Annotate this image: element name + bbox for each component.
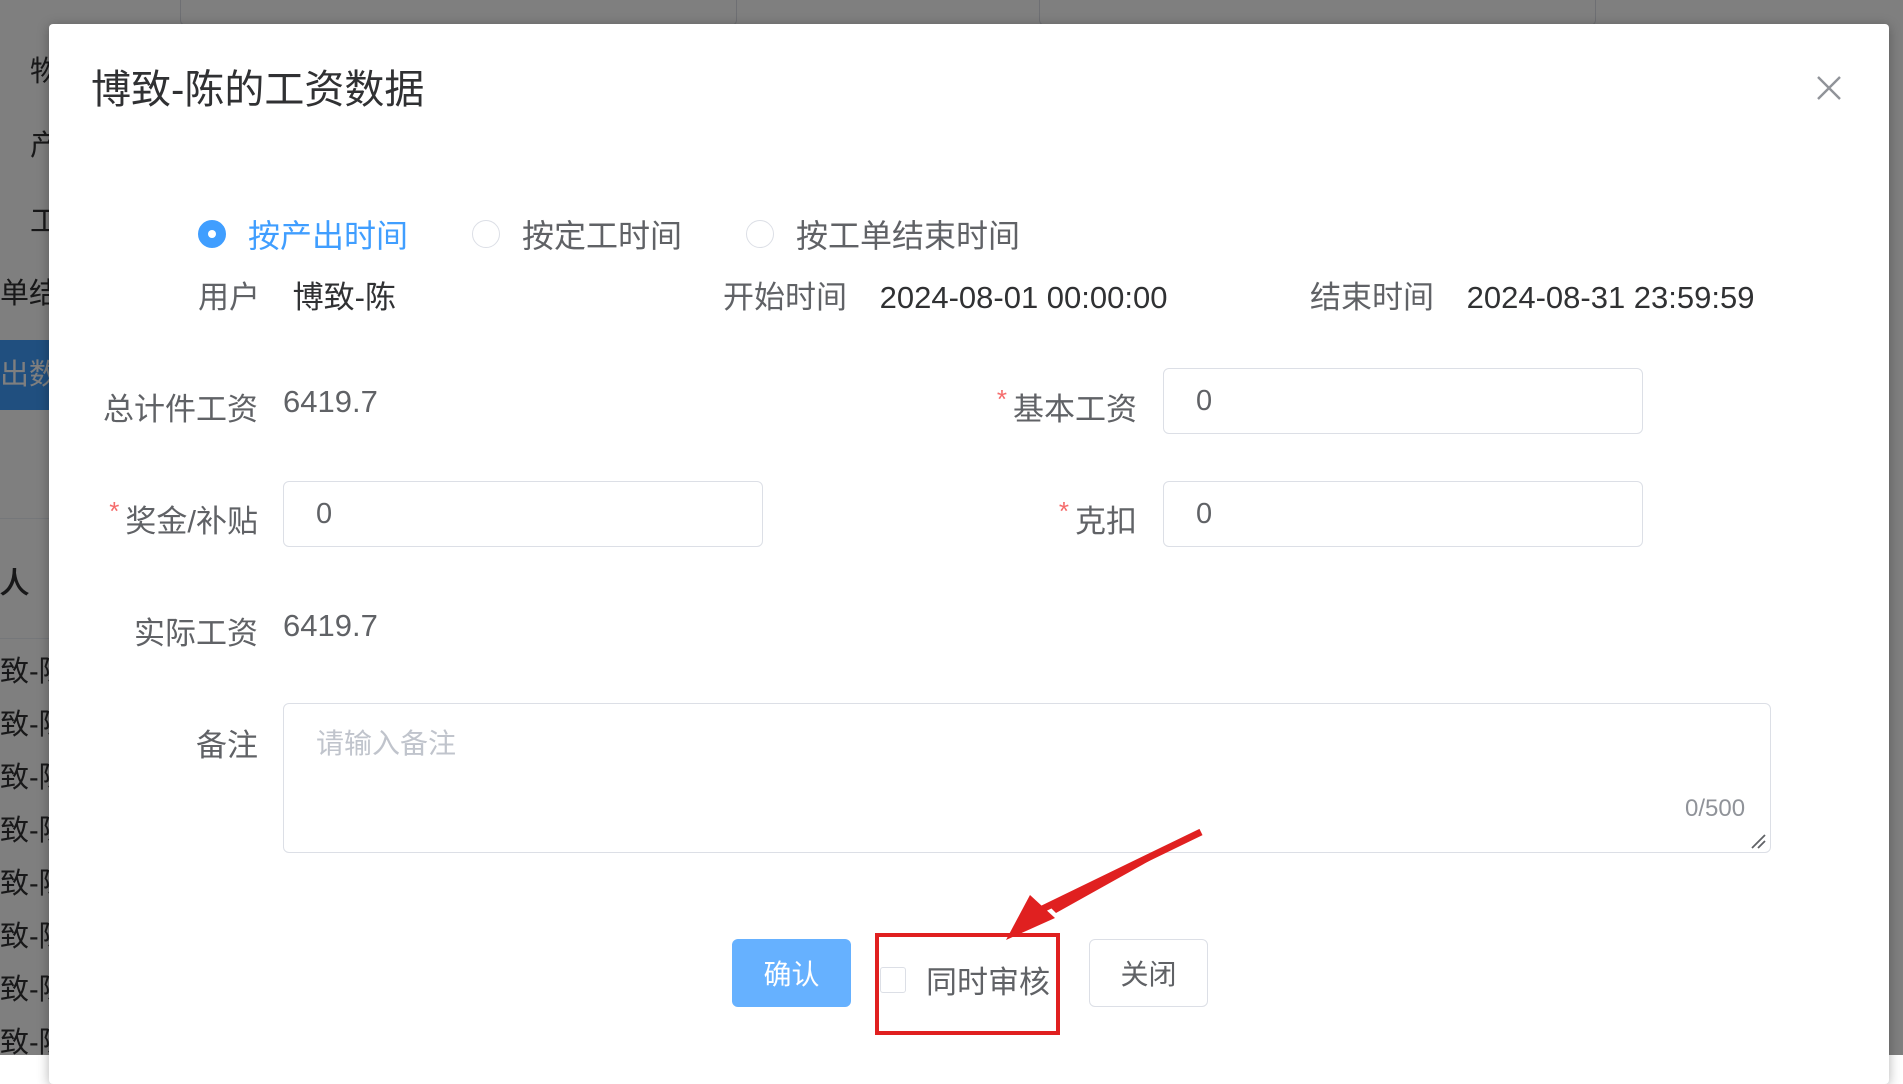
- salary-dialog: 博致-陈的工资数据: [49, 24, 1889, 1084]
- actual-salary-value: 6419.7: [283, 608, 378, 643]
- total-piece-value: 6419.7: [283, 384, 378, 419]
- resize-handle-icon[interactable]: [1749, 832, 1767, 850]
- base-salary-label-text: 基本工资: [1013, 392, 1137, 427]
- remark-textarea[interactable]: [283, 703, 1771, 853]
- required-mark: *: [996, 384, 1007, 414]
- deduction-label: * 克扣: [1059, 496, 1137, 541]
- annotation-highlight-box: [875, 933, 1060, 1035]
- radio-dot: [472, 220, 501, 248]
- close-button[interactable]: 关闭: [1089, 939, 1208, 1007]
- deduction-input[interactable]: [1163, 481, 1643, 547]
- user-info: 用户 博致-陈: [198, 272, 396, 317]
- total-piece-label: 总计件工资: [103, 392, 258, 427]
- end-time-value: 2024-08-31 23:59:59: [1466, 280, 1755, 315]
- radio-fixed-time[interactable]: 按定工时间: [472, 211, 682, 257]
- radio-output-time[interactable]: 按产出时间: [198, 211, 408, 257]
- user-label: 用户: [198, 280, 260, 315]
- start-time-value: 2024-08-01 00:00:00: [879, 280, 1168, 315]
- close-icon[interactable]: [1809, 68, 1849, 108]
- dialog-title: 博致-陈的工资数据: [91, 68, 425, 112]
- end-time-label: 结束时间: [1310, 280, 1434, 315]
- radio-label: 按工单结束时间: [796, 218, 1021, 254]
- required-mark: *: [1058, 496, 1069, 526]
- radio-order-end-time[interactable]: 按工单结束时间: [746, 211, 1020, 257]
- actual-salary-label: 实际工资: [134, 616, 258, 651]
- start-time-info: 开始时间 2024-08-01 00:00:00: [723, 272, 1167, 317]
- bonus-input[interactable]: [283, 481, 763, 547]
- bonus-label-text: 奖金/补贴: [125, 504, 258, 539]
- confirm-button[interactable]: 确认: [732, 939, 851, 1007]
- start-time-label: 开始时间: [723, 280, 847, 315]
- base-salary-input[interactable]: [1163, 368, 1643, 434]
- bonus-label: * 奖金/补贴: [109, 496, 258, 541]
- radio-dot: [746, 220, 775, 248]
- remark-char-count: 0/500: [1685, 795, 1746, 822]
- time-mode-radio-group: 按产出时间 按定工时间 按工单结束时间: [198, 211, 1084, 257]
- radio-dot: [198, 220, 226, 248]
- deduction-label-text: 克扣: [1075, 504, 1137, 539]
- end-time-info: 结束时间 2024-08-31 23:59:59: [1310, 272, 1754, 317]
- radio-label: 按产出时间: [248, 218, 409, 254]
- base-salary-label: * 基本工资: [997, 384, 1137, 429]
- user-value: 博致-陈: [292, 280, 396, 315]
- required-mark: *: [109, 496, 120, 526]
- radio-label: 按定工时间: [522, 218, 683, 254]
- remark-label: 备注: [196, 728, 258, 763]
- close-icon-svg: [1817, 76, 1841, 100]
